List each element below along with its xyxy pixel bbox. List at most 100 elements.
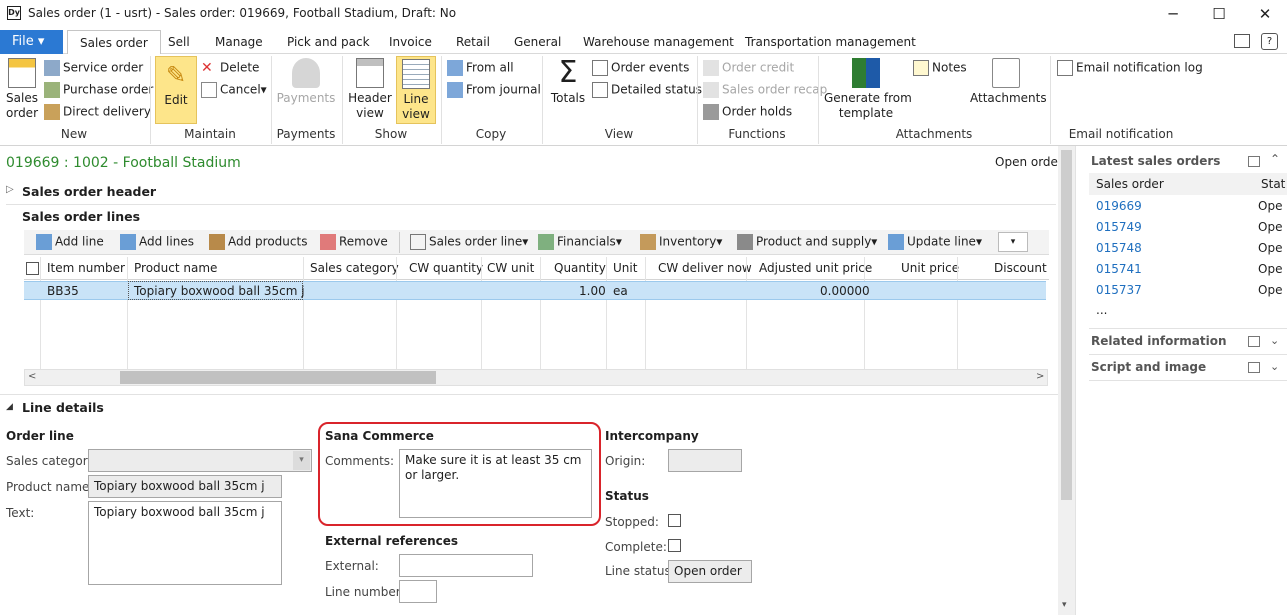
toolbar-overflow-dropdown[interactable]: ▾ — [998, 232, 1028, 252]
sales-order-link[interactable]: 019669 — [1096, 199, 1142, 213]
add-line-button[interactable]: Add line — [36, 234, 104, 250]
line-status-field[interactable]: Open order — [668, 560, 752, 583]
factbox-column-header[interactable]: Stat — [1261, 177, 1285, 191]
maximize-button[interactable]: ☐ — [1196, 0, 1242, 28]
scroll-right-icon[interactable]: > — [1036, 371, 1044, 382]
item-number-cell[interactable]: BB35 — [47, 284, 79, 298]
file-tab[interactable]: File ▾ — [0, 30, 63, 54]
column-header[interactable]: CW quantity — [409, 261, 483, 275]
column-header[interactable]: CW unit — [487, 261, 534, 275]
delete-button[interactable]: ✕ Delete — [201, 60, 259, 76]
chevron-down-icon[interactable]: ⌄ — [1270, 334, 1279, 347]
close-button[interactable]: ✕ — [1242, 0, 1287, 28]
latest-sales-orders-title[interactable]: Latest sales orders — [1091, 154, 1220, 168]
purchase-order-button[interactable]: Purchase order — [44, 82, 153, 98]
from-all-button[interactable]: From all — [447, 60, 514, 76]
payments-button[interactable]: Payments — [276, 58, 336, 106]
column-header[interactable]: Unit price — [901, 261, 959, 275]
inventory-menu[interactable]: Inventory▾ — [640, 234, 722, 250]
external-field[interactable] — [399, 554, 533, 577]
expand-arrow-icon[interactable]: ▷ — [6, 184, 14, 195]
tab-invoice[interactable]: Invoice — [389, 30, 432, 54]
sales-order-link[interactable]: 015741 — [1096, 262, 1142, 276]
attachments-button[interactable]: Attachments — [970, 58, 1047, 106]
order-holds-button[interactable]: Order holds — [703, 104, 792, 120]
origin-field[interactable] — [668, 449, 742, 472]
quantity-cell[interactable]: 1.00 — [579, 284, 606, 298]
sales-category-select[interactable] — [88, 449, 312, 472]
line-view-button[interactable]: Line view — [396, 56, 436, 124]
comments-field[interactable]: Make sure it is at least 35 cm or larger… — [399, 449, 592, 518]
related-information-title[interactable]: Related information — [1091, 334, 1227, 348]
tab-transportation-management[interactable]: Transportation management — [745, 30, 916, 54]
help-icon[interactable]: ? — [1261, 33, 1278, 50]
line-number-field[interactable] — [399, 580, 437, 603]
chevron-down-icon[interactable]: ▾ — [293, 451, 310, 470]
column-header[interactable]: Discount — [994, 261, 1047, 275]
product-and-supply-menu[interactable]: Product and supply▾ — [737, 234, 877, 250]
sales-order-link[interactable]: 015748 — [1096, 241, 1142, 255]
from-journal-button[interactable]: From journal — [447, 82, 541, 98]
sales-order-lines-section[interactable]: Sales order lines — [22, 209, 140, 224]
direct-delivery-button[interactable]: Direct delivery — [44, 104, 151, 120]
collapse-arrow-icon[interactable]: ◢ — [6, 402, 13, 412]
minimize-button[interactable]: ─ — [1150, 0, 1196, 28]
chevron-up-icon[interactable]: ⌃ — [1270, 152, 1280, 166]
sales-order-header-section[interactable]: Sales order header — [22, 184, 156, 199]
layout-icon[interactable] — [1234, 34, 1250, 48]
unit-cell[interactable]: ea — [613, 284, 628, 298]
new-sales-order-button[interactable]: Sales order — [4, 58, 40, 121]
tab-warehouse-management[interactable]: Warehouse management — [583, 30, 734, 54]
line-details-section[interactable]: Line details — [22, 400, 104, 415]
notes-button[interactable]: Notes — [913, 60, 967, 76]
cancel-button[interactable]: Cancel▾ — [201, 82, 267, 98]
sales-order-link[interactable]: 015749 — [1096, 220, 1142, 234]
add-lines-button[interactable]: Add lines — [120, 234, 194, 250]
product-name-cell[interactable]: Topiary boxwood ball 35cm j — [134, 284, 305, 298]
factbox-settings-icon[interactable] — [1248, 362, 1260, 373]
tab-sales-order[interactable]: Sales order — [67, 30, 161, 55]
factbox-settings-icon[interactable] — [1248, 336, 1260, 347]
detailed-status-button[interactable]: Detailed status — [592, 82, 702, 98]
adjusted-unit-price-cell[interactable]: 0.00000 — [820, 284, 870, 298]
tab-general[interactable]: General — [514, 30, 561, 54]
tab-sell[interactable]: Sell — [168, 30, 190, 54]
generate-from-template-button[interactable]: Generate from template — [824, 58, 912, 121]
column-header[interactable]: CW deliver now — [658, 261, 752, 275]
sales-order-link[interactable]: 015737 — [1096, 283, 1142, 297]
scroll-down-icon[interactable]: ▾ — [1062, 600, 1067, 610]
remove-button[interactable]: Remove — [320, 234, 388, 250]
column-header[interactable]: Item number — [47, 261, 125, 275]
complete-checkbox[interactable] — [668, 539, 681, 552]
service-order-button[interactable]: Service order — [44, 60, 143, 76]
factbox-column-header[interactable]: Sales order — [1096, 177, 1164, 191]
script-and-image-title[interactable]: Script and image — [1091, 360, 1206, 374]
scrollbar-thumb[interactable] — [120, 371, 436, 384]
factbox-settings-icon[interactable] — [1248, 156, 1260, 167]
financials-menu[interactable]: Financials▾ — [538, 234, 622, 250]
edit-button[interactable]: ✎ Edit — [155, 56, 197, 124]
scroll-left-icon[interactable]: < — [28, 371, 36, 382]
add-products-button[interactable]: Add products — [209, 234, 307, 250]
totals-button[interactable]: Σ Totals — [547, 58, 589, 106]
more-indicator[interactable]: ... — [1096, 303, 1107, 317]
text-field[interactable]: Topiary boxwood ball 35cm j — [88, 501, 282, 585]
product-name-field[interactable]: Topiary boxwood ball 35cm j — [88, 475, 282, 498]
sales-order-line-menu[interactable]: Sales order line▾ — [410, 234, 528, 250]
select-all-checkbox[interactable] — [26, 262, 39, 275]
header-view-button[interactable]: Header view — [348, 58, 392, 121]
update-line-menu[interactable]: Update line▾ — [888, 234, 982, 250]
vertical-scrollbar-thumb[interactable] — [1061, 150, 1072, 500]
chevron-down-icon[interactable]: ⌄ — [1270, 360, 1279, 373]
sales-order-recap-button[interactable]: Sales order recap — [703, 82, 827, 98]
email-notification-log-button[interactable]: Email notification log — [1057, 60, 1203, 76]
column-header[interactable]: Unit — [613, 261, 637, 275]
column-header[interactable]: Sales category — [310, 261, 399, 275]
column-header[interactable]: Quantity — [554, 261, 606, 275]
stopped-checkbox[interactable] — [668, 514, 681, 527]
order-events-button[interactable]: Order events — [592, 60, 689, 76]
column-header[interactable]: Adjusted unit price — [759, 261, 872, 275]
column-header[interactable]: Product name — [134, 261, 217, 275]
tab-pick-and-pack[interactable]: Pick and pack — [287, 30, 370, 54]
tab-manage[interactable]: Manage — [215, 30, 263, 54]
